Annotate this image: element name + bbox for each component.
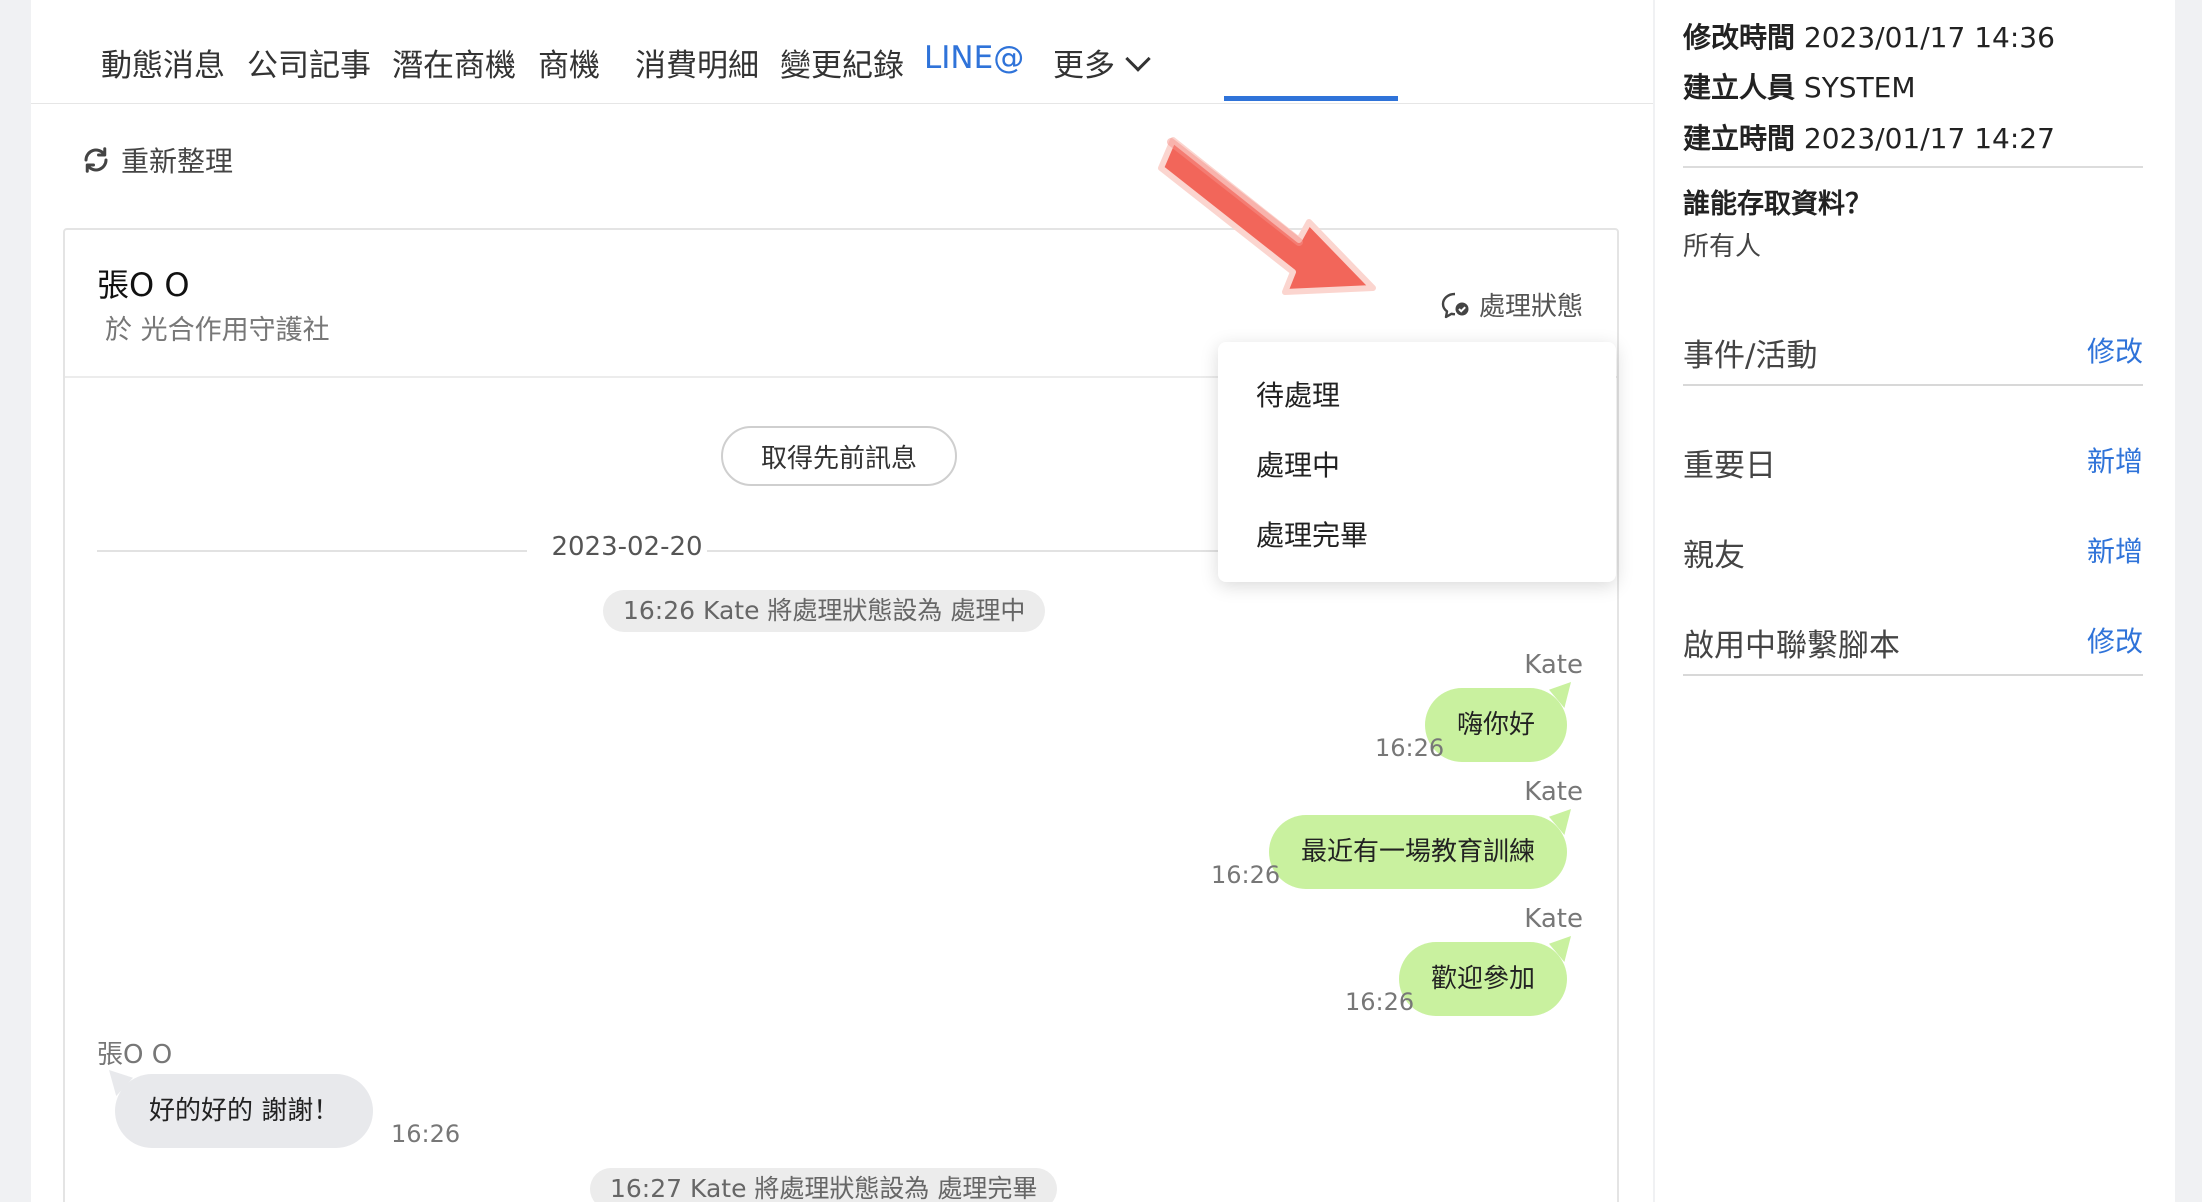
status-option-done[interactable]: 處理完畢 <box>1256 514 1368 554</box>
add-relative-link[interactable]: 新增 <box>2087 530 2143 570</box>
section-contact-scripts-title: 啟用中聯繫腳本 <box>1683 628 1900 664</box>
creator-value: SYSTEM <box>1803 71 1916 104</box>
refresh-button[interactable]: 重新整理 <box>81 140 233 180</box>
status-dropdown-trigger[interactable]: 處理狀態 <box>1439 286 1583 323</box>
status-label: 處理狀態 <box>1478 292 1583 322</box>
message-time: 16:26 <box>1345 988 1415 1016</box>
tab-news-feed[interactable]: 動態消息 <box>101 40 225 85</box>
tab-leads[interactable]: 潛在商機 <box>392 40 516 85</box>
incoming-message-bubble: 好的好的 謝謝！ <box>115 1074 374 1148</box>
message-sender: Kate <box>1524 904 1583 934</box>
system-status-message: 16:26 Kate 將處理狀態設為 處理中 <box>603 590 1046 632</box>
section-relatives-title: 親友 <box>1683 538 1745 574</box>
message-time: 16:26 <box>1211 861 1281 889</box>
message-sender: Kate <box>1524 650 1583 680</box>
access-heading: 誰能存取資料？ <box>1683 189 1872 220</box>
section-events-title: 事件/活動 <box>1683 338 1818 374</box>
message-time: 16:26 <box>391 1120 461 1148</box>
section-contact-scripts: 啟用中聯繫腳本 修改 <box>1683 620 2143 680</box>
section-relatives: 親友 新增 <box>1683 530 2143 590</box>
tab-company-notes[interactable]: 公司記事 <box>247 40 371 85</box>
status-option-pending[interactable]: 待處理 <box>1256 374 1340 414</box>
section-divider <box>1683 674 2143 676</box>
created-time-row: 建立時間 2023/01/17 14:27 <box>1683 117 2055 157</box>
tab-line[interactable]: LINE@ <box>924 40 1024 76</box>
outgoing-message-bubble: 歡迎參加 <box>1398 942 1567 1016</box>
edit-contact-scripts-link[interactable]: 修改 <box>2087 620 2143 660</box>
load-previous-messages-button[interactable]: 取得先前訊息 <box>721 426 957 486</box>
creator-row: 建立人員 SYSTEM <box>1683 66 1916 106</box>
section-important-dates-title: 重要日 <box>1683 448 1776 484</box>
modified-time-label: 修改時間 <box>1683 21 1796 54</box>
created-time-value: 2023/01/17 14:27 <box>1803 122 2055 155</box>
sidebar-divider <box>1683 166 2143 168</box>
tab-opportunities[interactable]: 商機 <box>538 40 600 85</box>
message-sender: Kate <box>1524 777 1583 807</box>
tab-more-label: 更多 <box>1053 48 1115 84</box>
modified-time-value: 2023/01/17 14:36 <box>1803 21 2055 54</box>
add-important-date-link[interactable]: 新增 <box>2087 440 2143 480</box>
contact-organization: 於 光合作用守護社 <box>105 315 330 346</box>
pointer-arrow-icon <box>1158 137 1376 295</box>
chevron-down-icon <box>1125 46 1151 72</box>
refresh-label: 重新整理 <box>121 145 234 178</box>
creator-label: 建立人員 <box>1683 71 1796 104</box>
modified-time-row: 修改時間 2023/01/17 14:36 <box>1683 16 2055 56</box>
status-dropdown-menu: 待處理 處理中 處理完畢 <box>1218 342 1616 582</box>
section-important-dates: 重要日 新增 <box>1683 440 2143 500</box>
outgoing-message-bubble: 嗨你好 <box>1424 688 1567 762</box>
access-value: 所有人 <box>1683 232 1762 262</box>
contact-name: 張O O <box>97 266 190 304</box>
message-time: 16:26 <box>1375 734 1445 762</box>
created-time-label: 建立時間 <box>1683 122 1796 155</box>
main-panel: 動態消息 公司記事 潛在商機 商機 消費明細 變更紀錄 LINE@ 更多 重新整… <box>31 0 1653 1202</box>
system-status-message: 16:27 Kate 將處理狀態設為 處理完畢 <box>590 1168 1058 1202</box>
incoming-message-sender: 張O O <box>97 1040 173 1070</box>
tab-purchases[interactable]: 消費明細 <box>635 40 759 85</box>
active-tab-indicator <box>1224 96 1398 101</box>
tab-more[interactable]: 更多 <box>1053 40 1151 85</box>
details-sidebar: 修改時間 2023/01/17 14:36 建立人員 SYSTEM 建立時間 2… <box>1655 0 2175 1202</box>
refresh-icon <box>84 147 108 173</box>
tab-bar: 動態消息 公司記事 潛在商機 商機 消費明細 變更紀錄 LINE@ 更多 <box>31 0 1653 104</box>
status-option-processing[interactable]: 處理中 <box>1256 444 1340 484</box>
edit-events-link[interactable]: 修改 <box>2087 330 2143 370</box>
section-events: 事件/活動 修改 <box>1683 330 2143 390</box>
outgoing-message-bubble: 最近有一場教育訓練 <box>1268 815 1567 889</box>
date-label: 2023-02-20 <box>551 532 703 562</box>
tab-change-log[interactable]: 變更紀錄 <box>780 40 904 85</box>
section-divider <box>1683 384 2143 386</box>
